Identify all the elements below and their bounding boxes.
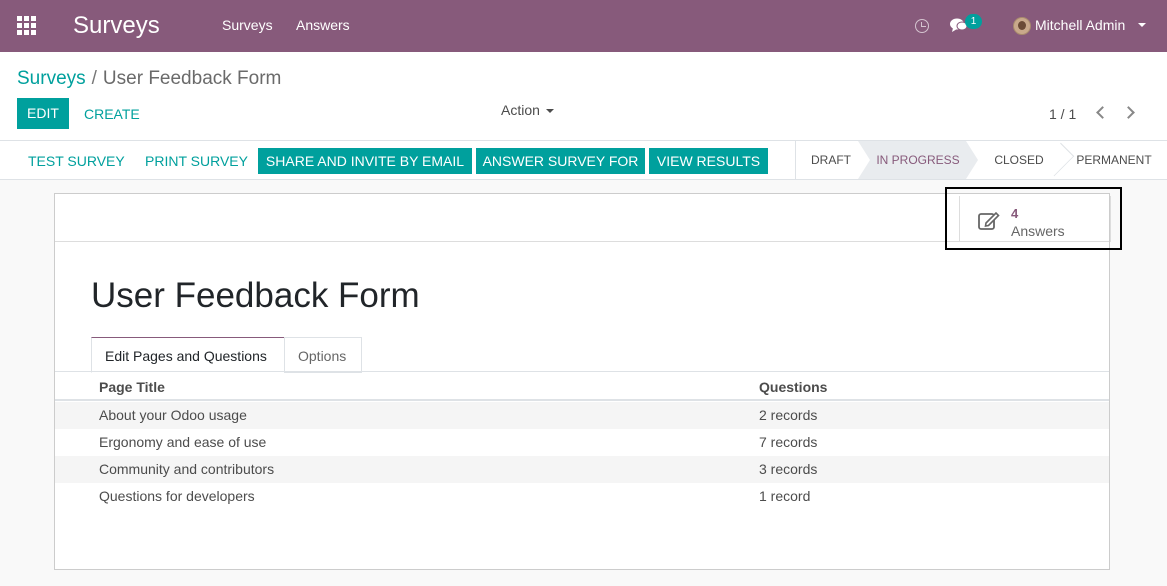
row-page-title: Ergonomy and ease of use bbox=[99, 434, 267, 450]
menu-answers[interactable]: Answers bbox=[296, 17, 350, 33]
table-row[interactable]: About your Odoo usage 2 records bbox=[55, 402, 1109, 429]
breadcrumb-current: User Feedback Form bbox=[102, 68, 282, 89]
stage-permanent[interactable]: PERMANENT bbox=[1064, 141, 1164, 179]
pager-value[interactable]: 1 / 1 bbox=[1049, 106, 1076, 122]
form-statusbar: TEST SURVEY PRINT SURVEY SHARE AND INVIT… bbox=[0, 141, 1167, 180]
column-page-title[interactable]: Page Title bbox=[99, 379, 165, 395]
answers-label: Answers bbox=[1011, 223, 1065, 239]
table-row[interactable]: Community and contributors 3 records bbox=[55, 456, 1109, 483]
action-dropdown[interactable]: Action bbox=[501, 102, 554, 118]
stage-draft[interactable]: DRAFT bbox=[796, 141, 866, 179]
apps-grid-icon[interactable] bbox=[17, 16, 36, 35]
test-survey-button[interactable]: TEST SURVEY bbox=[28, 153, 125, 169]
share-invite-button[interactable]: SHARE AND INVITE BY EMAIL bbox=[258, 148, 472, 174]
create-button[interactable]: CREATE bbox=[84, 106, 140, 122]
tabs-divider bbox=[55, 371, 1109, 372]
breadcrumb-separator: / bbox=[91, 68, 97, 89]
control-panel: Surveys / User Feedback Form EDIT CREATE A… bbox=[0, 52, 1167, 141]
menu-surveys[interactable]: Surveys bbox=[222, 17, 273, 33]
row-page-title: About your Odoo usage bbox=[99, 407, 247, 423]
pager-next-icon[interactable] bbox=[1122, 106, 1135, 119]
row-questions: 3 records bbox=[759, 461, 818, 477]
action-label: Action bbox=[501, 102, 540, 118]
button-box: 4 Answers bbox=[55, 194, 1111, 242]
survey-title: User Feedback Form bbox=[91, 276, 420, 315]
pager-previous-icon[interactable] bbox=[1096, 106, 1109, 119]
answers-stat-button[interactable]: 4 Answers bbox=[959, 196, 1111, 242]
row-questions: 2 records bbox=[759, 407, 818, 423]
breadcrumb: Surveys / User Feedback Form bbox=[17, 68, 281, 90]
table-header: Page Title Questions bbox=[55, 373, 1109, 401]
column-questions[interactable]: Questions bbox=[759, 379, 827, 395]
view-results-button[interactable]: VIEW RESULTS bbox=[649, 148, 768, 174]
tab-options[interactable]: Options bbox=[284, 337, 362, 373]
activity-clock-icon[interactable] bbox=[915, 19, 929, 33]
answer-survey-button[interactable]: ANSWER SURVEY FOR bbox=[476, 148, 645, 174]
top-navbar: Surveys Surveys Answers 1 Mitchell Admin bbox=[0, 0, 1167, 52]
breadcrumb-surveys[interactable]: Surveys bbox=[17, 68, 86, 89]
tab-edit-pages[interactable]: Edit Pages and Questions bbox=[91, 337, 285, 373]
row-questions: 7 records bbox=[759, 434, 818, 450]
row-page-title: Questions for developers bbox=[99, 488, 255, 504]
edit-button[interactable]: EDIT bbox=[17, 98, 69, 129]
app-title: Surveys bbox=[73, 12, 160, 39]
row-page-title: Community and contributors bbox=[99, 461, 275, 477]
user-caret-icon[interactable] bbox=[1138, 23, 1146, 27]
print-survey-button[interactable]: PRINT SURVEY bbox=[145, 153, 248, 169]
user-menu[interactable]: Mitchell Admin bbox=[1035, 17, 1125, 33]
edit-icon bbox=[978, 211, 1000, 230]
action-caret-icon bbox=[545, 109, 554, 114]
chat-count-badge: 1 bbox=[965, 14, 982, 29]
stage-closed[interactable]: CLOSED bbox=[978, 141, 1060, 179]
table-row[interactable]: Questions for developers 1 record bbox=[55, 483, 1109, 510]
row-questions: 1 record bbox=[759, 488, 811, 504]
stage-pipeline: DRAFT IN PROGRESS CLOSED PERMANENT bbox=[795, 141, 1167, 179]
table-row[interactable]: Ergonomy and ease of use 7 records bbox=[55, 429, 1109, 456]
user-avatar[interactable] bbox=[1013, 17, 1031, 35]
stage-in-progress[interactable]: IN PROGRESS bbox=[858, 141, 978, 179]
form-sheet: 4 Answers User Feedback Form Edit Pages … bbox=[54, 193, 1111, 570]
answers-count: 4 bbox=[1011, 206, 1019, 221]
